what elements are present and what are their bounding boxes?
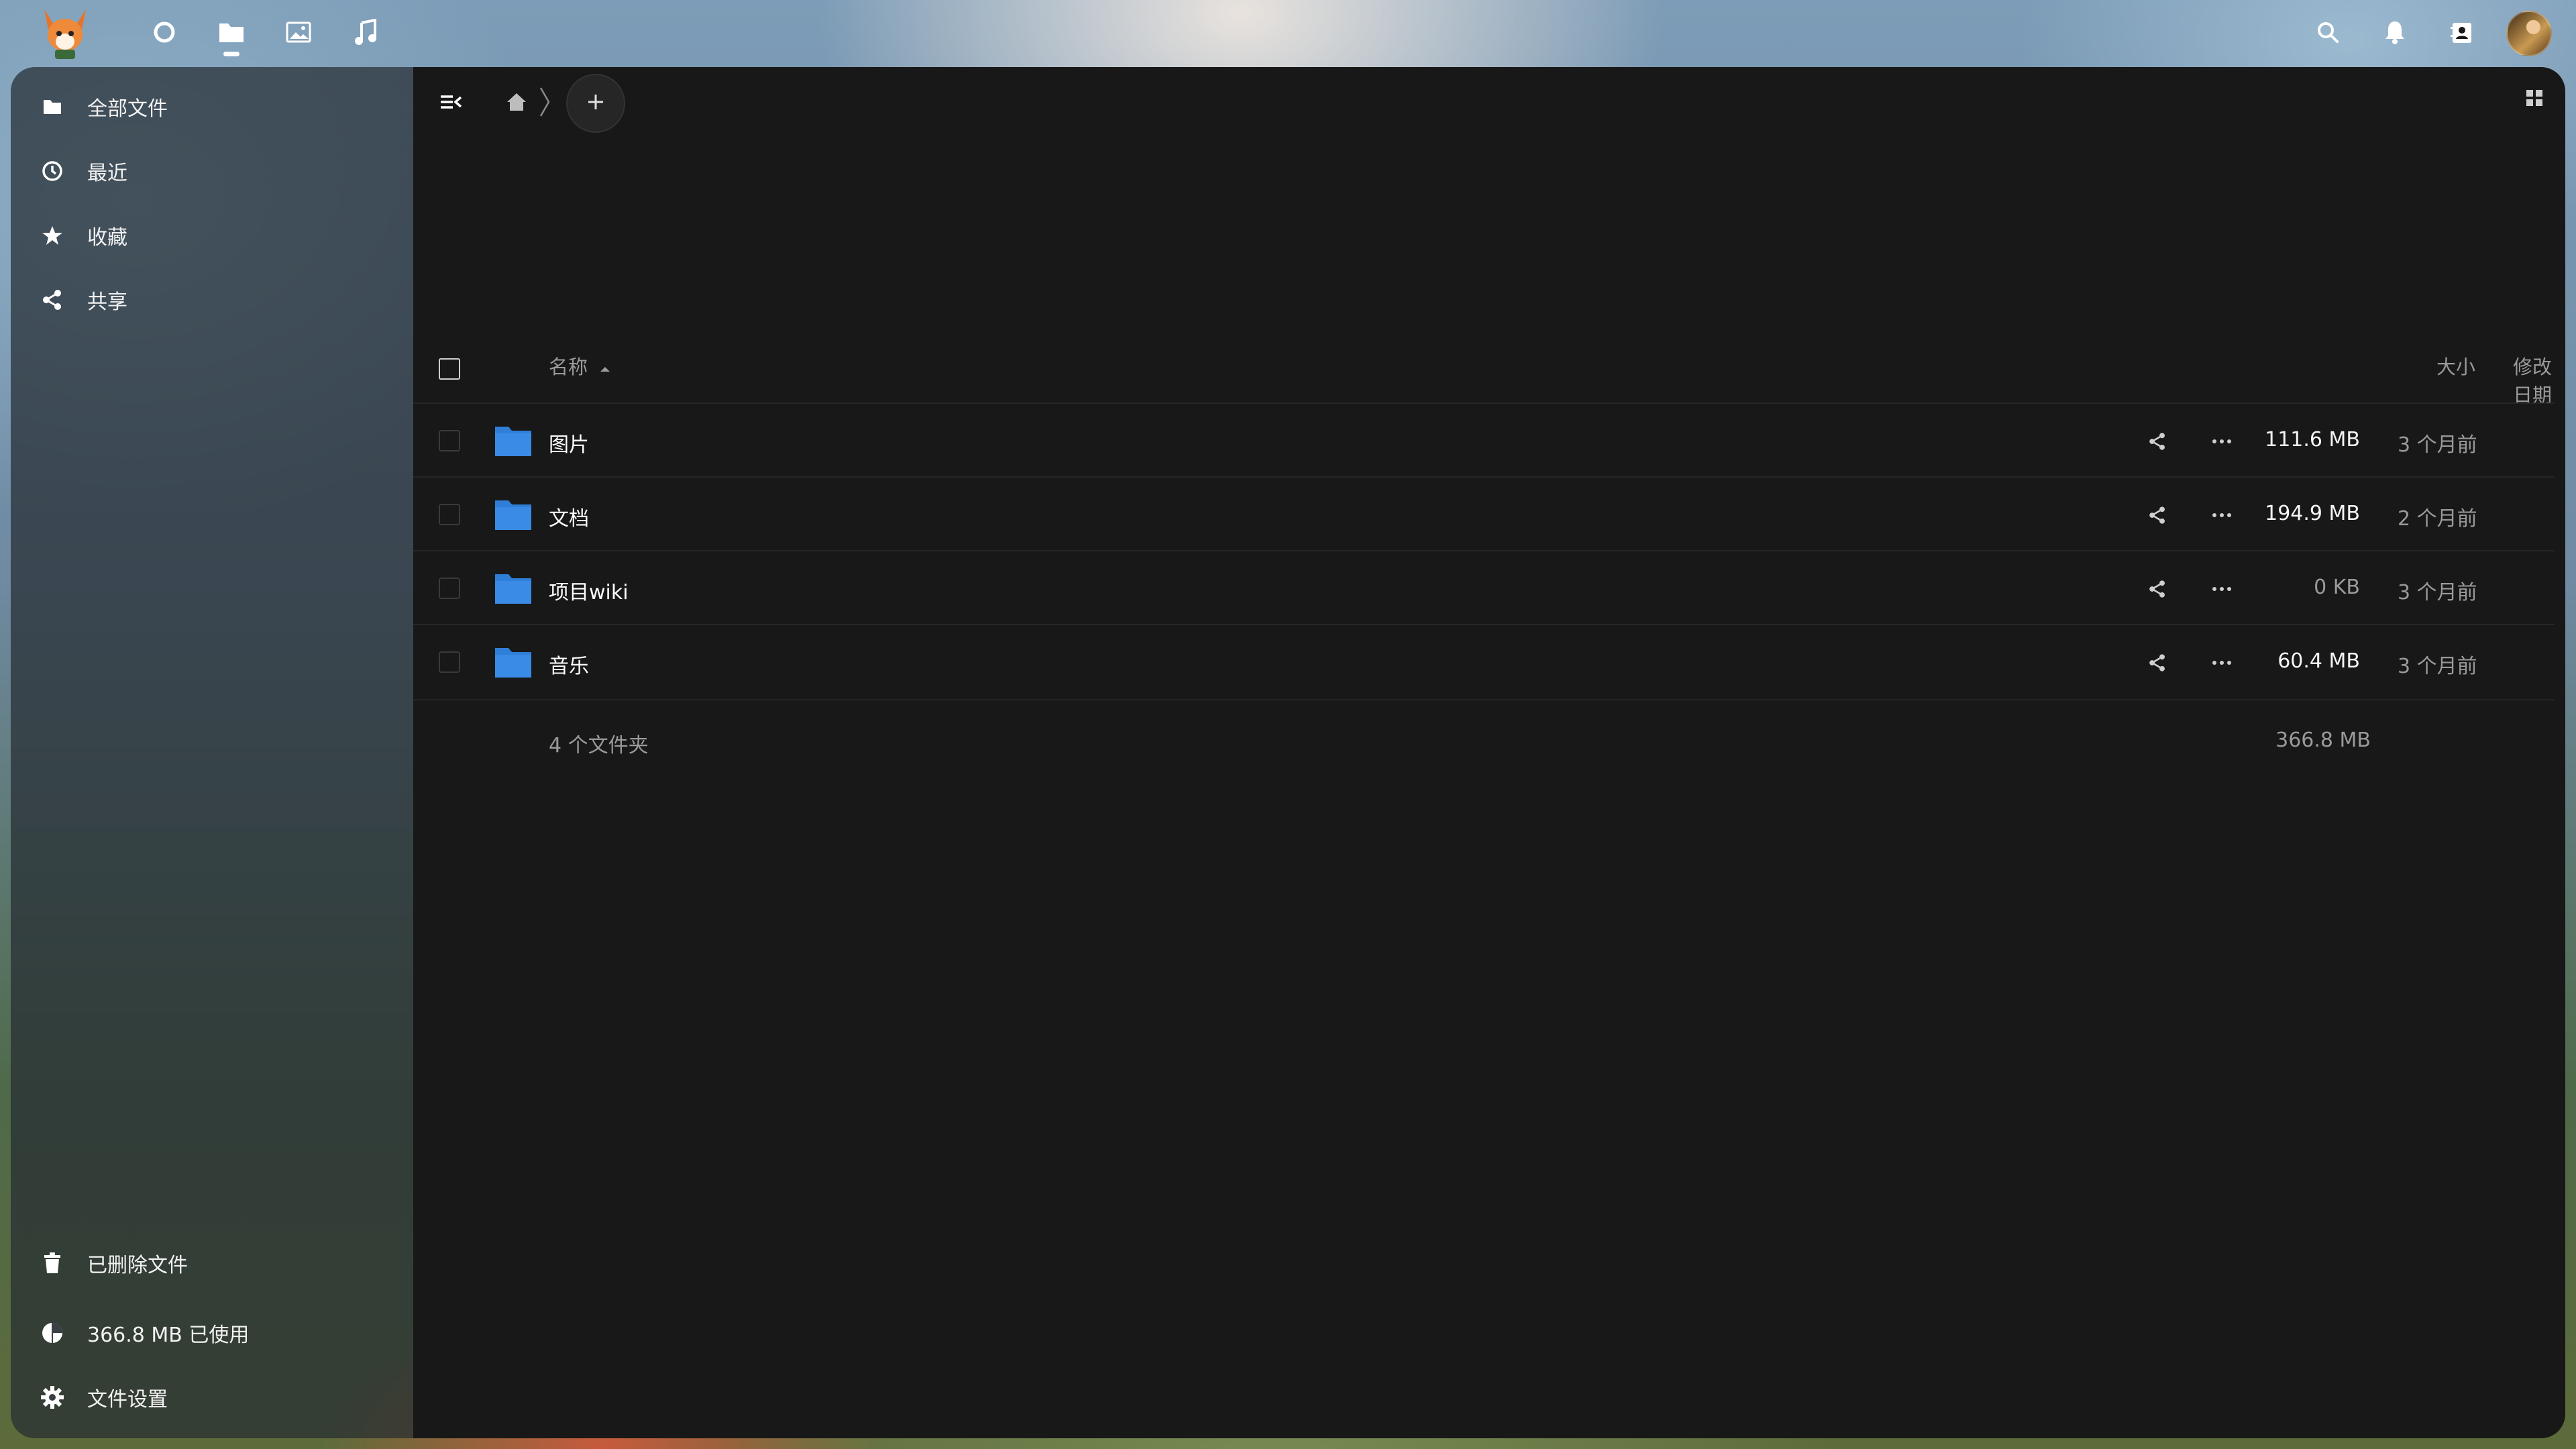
gear-icon (39, 1384, 66, 1411)
row-checkbox[interactable] (439, 578, 460, 599)
sidebar-item-label: 收藏 (87, 226, 127, 250)
top-bar (0, 0, 2576, 67)
column-header-modified[interactable]: 修改日期 (2513, 352, 2565, 408)
files-app[interactable] (198, 15, 265, 56)
folder-icon (494, 645, 533, 682)
table-row[interactable]: 文档 194.9 MB 2 个月前 (413, 476, 2555, 551)
table-row[interactable]: 图片 111.6 MB 3 个月前 (413, 402, 2555, 478)
sort-ascending-icon (600, 354, 610, 377)
share-icon[interactable] (2141, 499, 2174, 531)
sidebar-item-all-files[interactable]: 全部文件 (39, 83, 401, 130)
notifications-button[interactable] (2361, 12, 2428, 55)
user-menu-button[interactable] (2496, 11, 2563, 56)
file-name[interactable]: 图片 (549, 428, 589, 458)
share-icon[interactable] (2141, 573, 2174, 605)
photos-app[interactable] (265, 15, 332, 52)
summary-folder-count: 4 个文件夹 (549, 734, 649, 757)
trash-icon (39, 1250, 66, 1277)
sidebar-item-label: 共享 (87, 290, 127, 314)
file-modified: 3 个月前 (2398, 655, 2477, 678)
sidebar-item-favorites[interactable]: 收藏 (39, 212, 401, 259)
file-modified: 2 个月前 (2398, 507, 2477, 531)
breadcrumb-home[interactable] (498, 85, 535, 122)
folder-icon (39, 93, 66, 120)
share-icon (39, 286, 66, 313)
new-button[interactable] (566, 74, 625, 133)
plus-icon (586, 93, 605, 114)
file-list-area: 名称 大小 修改日期 图片 111.6 MB 3 个月前 文档 194.9 MB… (413, 67, 2565, 1438)
summary-total-size: 366.8 MB (2275, 729, 2371, 752)
sidebar-item-label: 366.8 MB 已使用 (87, 1324, 250, 1347)
row-checkbox[interactable] (439, 430, 460, 451)
file-name[interactable]: 音乐 (549, 649, 589, 679)
search-button[interactable] (2294, 12, 2361, 55)
sidebar-item-quota[interactable]: 366.8 MB 已使用 (39, 1309, 401, 1356)
more-options-icon[interactable] (2206, 499, 2238, 531)
share-icon[interactable] (2141, 647, 2174, 679)
folder-icon (494, 572, 533, 608)
grid-icon (2525, 89, 2544, 110)
more-options-icon[interactable] (2206, 647, 2238, 679)
search-icon (2316, 21, 2339, 46)
music-app[interactable] (332, 15, 399, 52)
table-row[interactable]: 音乐 60.4 MB 3 个月前 (413, 624, 2555, 700)
more-options-icon[interactable] (2206, 573, 2238, 605)
sidebar-item-shared[interactable]: 共享 (39, 276, 401, 323)
pie-chart-icon (39, 1320, 66, 1346)
file-size: 60.4 MB (2277, 649, 2360, 673)
column-header-name[interactable]: 名称 (549, 352, 610, 380)
dashboard-icon (152, 20, 176, 47)
sidebar-item-deleted-files[interactable]: 已删除文件 (39, 1240, 401, 1287)
files-window: 全部文件 最近 收藏 共享 已删除文件 366.8 MB 已使用 文件设置 名称… (11, 67, 2565, 1438)
fox-logo[interactable] (39, 5, 91, 62)
breadcrumb-separator (531, 85, 558, 122)
chevron-right-icon (538, 87, 551, 120)
photos-icon (285, 21, 312, 46)
row-checkbox[interactable] (439, 651, 460, 673)
sidebar-item-settings[interactable]: 文件设置 (39, 1374, 401, 1421)
file-size: 194.9 MB (2265, 502, 2360, 525)
column-header-size[interactable]: 大小 (2436, 352, 2475, 380)
top-right-tools (2294, 11, 2563, 56)
sidebar-item-recent[interactable]: 最近 (39, 148, 401, 195)
file-size: 111.6 MB (2265, 428, 2360, 451)
menu-collapse-icon (439, 93, 462, 114)
star-icon (39, 222, 66, 249)
table-row[interactable]: 项目wiki 0 KB 3 个月前 (413, 550, 2555, 625)
toggle-sidebar-button[interactable] (432, 85, 470, 122)
more-options-icon[interactable] (2206, 425, 2238, 458)
file-modified: 3 个月前 (2398, 433, 2477, 457)
clock-icon (39, 158, 66, 184)
folder-icon (494, 424, 533, 460)
file-name[interactable]: 项目wiki (549, 576, 629, 605)
column-header-name-label: 名称 (549, 356, 588, 378)
sidebar: 全部文件 最近 收藏 共享 已删除文件 366.8 MB 已使用 文件设置 (11, 67, 413, 1438)
sidebar-item-label: 已删除文件 (87, 1254, 188, 1277)
bell-icon (2384, 20, 2406, 47)
select-all-checkbox[interactable] (439, 358, 460, 380)
folder-icon (494, 498, 533, 534)
music-icon (354, 18, 378, 48)
app-switcher (131, 15, 399, 56)
avatar (2506, 11, 2552, 56)
file-size: 0 KB (2314, 576, 2360, 599)
contacts-icon (2451, 20, 2473, 47)
sidebar-item-label: 全部文件 (87, 97, 168, 121)
row-checkbox[interactable] (439, 504, 460, 525)
share-icon[interactable] (2141, 425, 2174, 458)
file-name[interactable]: 文档 (549, 502, 589, 531)
dashboard-app[interactable] (131, 15, 198, 52)
sidebar-item-label: 文件设置 (87, 1388, 168, 1411)
sidebar-item-label: 最近 (87, 162, 127, 185)
contacts-button[interactable] (2428, 12, 2496, 55)
home-icon (506, 92, 527, 115)
grid-view-button[interactable] (2516, 80, 2553, 118)
file-modified: 3 个月前 (2398, 581, 2477, 604)
files-icon (218, 21, 245, 46)
